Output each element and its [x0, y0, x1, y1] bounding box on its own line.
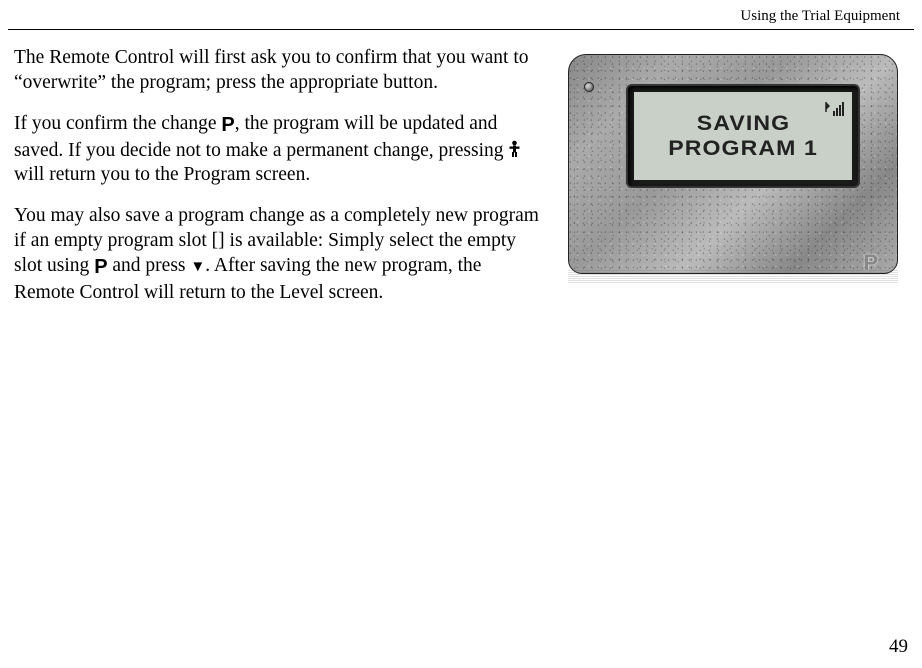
page-content: Saving Program 1 P The Remote Control wi… [0, 30, 922, 306]
p-button-icon-2: P [94, 255, 107, 281]
p2-text-a: If you confirm the change [14, 113, 221, 134]
person-icon [508, 140, 521, 158]
device-outer: Saving Program 1 P [558, 46, 908, 284]
p-button-icon: P [221, 113, 234, 139]
device-figure: Saving Program 1 P [558, 46, 908, 284]
header-title: Using the Trial Equipment [740, 8, 900, 24]
device-bottom-lines [568, 270, 898, 284]
p3-text-b: and press [108, 255, 191, 276]
lcd-line2: Program 1 [668, 136, 818, 161]
signal-icon [824, 100, 844, 118]
p2-text-c: will return you to the Program screen. [14, 164, 310, 185]
page-number: 49 [889, 636, 908, 658]
lcd-line1: Saving [696, 111, 789, 136]
paragraph-1-text: The Remote Control will first ask you to… [14, 47, 529, 93]
page-header: Using the Trial Equipment [8, 0, 914, 30]
down-triangle-icon: ▼ [190, 258, 205, 277]
device-led-left [584, 82, 594, 92]
lcd-screen: Saving Program 1 [634, 92, 852, 180]
